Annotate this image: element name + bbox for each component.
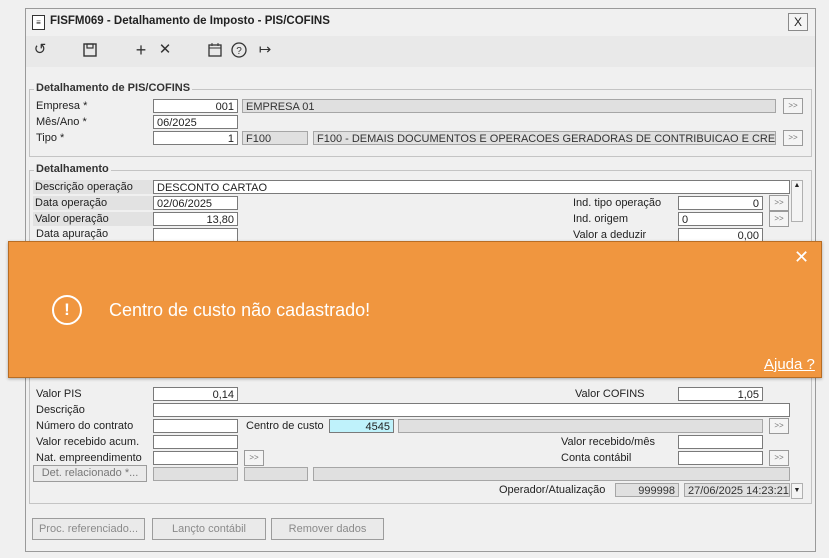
operador-field: 999998	[615, 483, 679, 497]
ind-origem-label: Ind. origem	[573, 213, 629, 225]
det-relacionado-field-3	[313, 467, 790, 481]
valor-recebido-mes-input[interactable]	[678, 435, 763, 449]
help-icon[interactable]: ?	[228, 39, 250, 61]
undo-icon[interactable]: ↺	[29, 39, 51, 61]
valor-cofins-label: Valor COFINS	[575, 388, 645, 400]
empresa-label: Empresa *	[36, 100, 88, 112]
window-title: FISFM069 - Detalhamento de Imposto - PIS…	[50, 15, 330, 27]
detalhamento-scrollbar[interactable]: ▲	[791, 180, 803, 222]
valor-operacao-label: Valor operação	[33, 212, 154, 226]
valor-operacao-input[interactable]: 13,80	[153, 212, 238, 226]
det-relacionado-field-2	[244, 467, 308, 481]
error-toast: ✕ ! Centro de custo não cadastrado! Ajud…	[8, 241, 822, 378]
nat-empreendimento-label: Nat. empreendimento	[36, 452, 142, 464]
ind-tipo-operacao-input[interactable]: 0	[678, 196, 763, 210]
ind-tipo-operacao-label: Ind. tipo operação	[573, 197, 662, 209]
numero-contrato-label: Número do contrato	[36, 420, 134, 432]
centro-custo-label: Centro de custo	[246, 420, 324, 432]
mesano-label: Mês/Ano *	[36, 116, 87, 128]
nat-empreendimento-lookup-button[interactable]: >>	[244, 450, 264, 466]
valor-recebido-mes-label: Valor recebido/mês	[561, 436, 655, 448]
numero-contrato-input[interactable]	[153, 419, 238, 433]
descricao-operacao-label: Descrição operação	[33, 180, 154, 194]
det-relacionado-button[interactable]: Det. relacionado *...	[33, 465, 147, 482]
group-detalhamento-legend: Detalhamento	[34, 163, 111, 175]
conta-contabil-input[interactable]	[678, 451, 763, 465]
descricao-input[interactable]	[153, 403, 790, 417]
valor-recebido-acum-label: Valor recebido acum.	[36, 436, 140, 448]
centro-custo-lookup-button[interactable]: >>	[769, 418, 789, 434]
tipo-code-input[interactable]: 1	[153, 131, 238, 145]
ind-tipo-lookup-button[interactable]: >>	[769, 195, 789, 211]
conta-contabil-lookup-button[interactable]: >>	[769, 450, 789, 466]
data-apuracao-input[interactable]	[153, 228, 238, 242]
scroll-down-icon[interactable]: ▼	[791, 483, 803, 499]
warning-icon: !	[52, 295, 82, 325]
document-icon: ≡	[32, 15, 45, 30]
tipo-lookup-button[interactable]: >>	[783, 130, 803, 146]
valor-deduzir-label: Valor a deduzir	[573, 229, 647, 241]
add-icon[interactable]: +	[130, 39, 152, 61]
tipo-short-field: F100	[242, 131, 308, 145]
remover-dados-button[interactable]: Remover dados	[271, 518, 384, 540]
proc-referenciado-button[interactable]: Proc. referenciado...	[32, 518, 145, 540]
centro-custo-input[interactable]: 4545	[329, 419, 394, 433]
save-icon[interactable]	[79, 39, 101, 61]
data-operacao-input[interactable]: 02/06/2025	[153, 196, 238, 210]
operador-atualizacao-label: Operador/Atualização	[499, 484, 606, 496]
data-operacao-label: Data operação	[33, 196, 154, 210]
lancto-contabil-button[interactable]: Lançto contábil	[152, 518, 266, 540]
exit-icon[interactable]: ↦	[254, 39, 276, 61]
ind-origem-lookup-button[interactable]: >>	[769, 211, 789, 227]
atualizacao-field: 27/06/2025 14:23:21	[684, 483, 790, 497]
nat-empreendimento-input[interactable]	[153, 451, 238, 465]
descricao-label: Descrição	[36, 404, 85, 416]
empresa-name-field: EMPRESA 01	[242, 99, 776, 113]
conta-contabil-label: Conta contábil	[561, 452, 632, 464]
empresa-code-input[interactable]: 001	[153, 99, 238, 113]
descricao-operacao-input[interactable]: DESCONTO CARTAO	[153, 180, 790, 194]
valor-recebido-acum-input[interactable]	[153, 435, 238, 449]
tipo-label: Tipo *	[36, 132, 65, 144]
close-window-button[interactable]: X	[788, 13, 808, 31]
valor-deduzir-input[interactable]: 0,00	[678, 228, 763, 242]
toast-help-link[interactable]: Ajuda ?	[764, 356, 815, 373]
centro-custo-desc-field	[398, 419, 763, 433]
valor-pis-input[interactable]: 0,14	[153, 387, 238, 401]
tipo-desc-field: F100 - DEMAIS DOCUMENTOS E OPERACOES GER…	[313, 131, 776, 145]
svg-text:?: ?	[236, 46, 242, 57]
title-bar: ≡ FISFM069 - Detalhamento de Imposto - P…	[26, 9, 815, 35]
empresa-lookup-button[interactable]: >>	[783, 98, 803, 114]
calendar-icon[interactable]	[204, 39, 226, 61]
toolbar: ↺ + ✕ ? ↦	[26, 36, 815, 67]
toast-message: Centro de custo não cadastrado!	[109, 300, 371, 320]
det-relacionado-field-1	[153, 467, 238, 481]
toast-close-icon[interactable]: ✕	[794, 247, 809, 268]
group-pis-cofins-legend: Detalhamento de PIS/COFINS	[34, 82, 193, 94]
cancel-icon[interactable]: ✕	[154, 39, 176, 61]
valor-cofins-input[interactable]: 1,05	[678, 387, 763, 401]
mesano-input[interactable]: 06/2025	[153, 115, 238, 129]
ind-origem-input[interactable]: 0	[678, 212, 763, 226]
data-apuracao-label: Data apuração	[36, 228, 109, 240]
valor-pis-label: Valor PIS	[36, 388, 82, 400]
